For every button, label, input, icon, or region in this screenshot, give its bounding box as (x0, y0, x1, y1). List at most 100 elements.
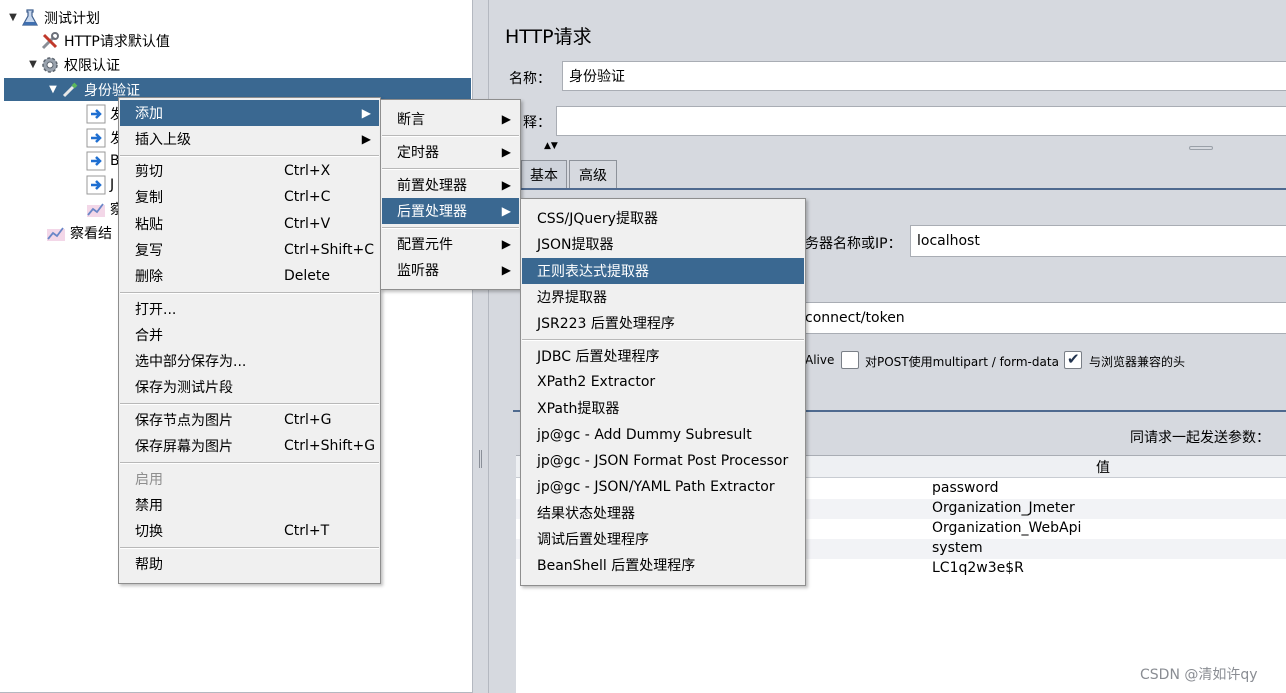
menu-separator (522, 339, 804, 341)
collapse-arrows-icon[interactable]: ▲▼ (544, 141, 558, 151)
menu-item-paste[interactable]: 粘贴 Ctrl+V (120, 211, 379, 237)
menu-item-insert-parent[interactable]: 插入上级 ▶ (120, 126, 379, 152)
submenu-arrow-icon: ▶ (501, 204, 511, 218)
submenu-arrow-icon: ▶ (501, 178, 511, 192)
menu-item-merge[interactable]: 合并 (120, 322, 379, 348)
send-params-label: 同请求一起发送参数： (1130, 430, 1270, 446)
watermark: CSDN @清如许qy (1140, 667, 1258, 683)
menu-item-boundary-extractor[interactable]: 边界提取器 (522, 284, 804, 310)
browser-headers-label: 与浏览器兼容的头 (1089, 355, 1186, 369)
menu-item-save-screen-image[interactable]: 保存屏幕为图片 Ctrl+Shift+G (120, 433, 379, 459)
menu-separator (382, 227, 519, 229)
submenu-arrow-icon: ▶ (501, 145, 511, 159)
menu-item-css-jquery-extractor[interactable]: CSS/JQuery提取器 (522, 205, 804, 231)
menu-item-save-fragment[interactable]: 保存为测试片段 (120, 374, 379, 400)
multipart-checkbox[interactable] (841, 351, 859, 369)
menu-item-disable[interactable]: 禁用 (120, 492, 379, 518)
tree-node-test-plan[interactable]: ▼ 测试计划 (6, 6, 100, 29)
context-menu[interactable]: 添加 ▶ 插入上级 ▶ 剪切 Ctrl+X 复制 Ctrl+C 粘贴 Ctrl+V 复写 C… (118, 97, 381, 584)
menu-item-json-extractor[interactable]: JSON提取器 (522, 231, 804, 257)
menu-item-add[interactable]: 添加 ▶ (120, 100, 379, 126)
submenu-arrow-icon: ▶ (361, 132, 371, 146)
menu-item-delete[interactable]: 删除 Delete (120, 263, 379, 289)
tree-node-http-defaults[interactable]: HTTP请求默认值 (26, 29, 170, 52)
tree-label: 测试计划 (44, 10, 100, 27)
sampler-arrow-icon (86, 104, 106, 124)
menu-item-jsr223-postprocessor[interactable]: JSR223 后置处理程序 (522, 310, 804, 336)
menu-item-jdbc-postprocessor[interactable]: JDBC 后置处理程序 (522, 343, 804, 369)
menu-item-enable: 启用 (135, 472, 163, 488)
tree-label: 察看结 (70, 225, 112, 242)
menu-item-xpath-extractor[interactable]: XPath提取器 (522, 395, 804, 421)
menu-item-xpath2-extractor[interactable]: XPath2 Extractor (522, 369, 804, 395)
menu-item-pre-processors[interactable]: 前置处理器 ▶ (382, 172, 519, 198)
tree-node-child[interactable]: J (86, 173, 114, 196)
menu-item-save-selection[interactable]: 选中部分保存为... (120, 348, 379, 374)
menu-item-beanshell-postprocessor[interactable]: BeanShell 后置处理程序 (522, 552, 804, 578)
menu-item-open[interactable]: 打开... (120, 296, 379, 322)
menu-separator (120, 292, 379, 294)
keepalive-label: Alive (805, 353, 835, 367)
menu-separator (382, 168, 519, 170)
tree-node-view-results[interactable]: 察看结 (46, 221, 112, 244)
multipart-label: 对POST使用multipart / form-data (865, 355, 1059, 369)
add-submenu[interactable]: 断言 ▶ 定时器 ▶ 前置处理器 ▶ 后置处理器 ▶ 配置元件 ▶ 监听器 ▶ (380, 99, 521, 290)
menu-item-regex-extractor[interactable]: 正则表达式提取器 (522, 258, 804, 284)
drag-handle[interactable] (1189, 146, 1213, 150)
menu-item-debug-postprocessor[interactable]: 调试后置处理程序 (522, 526, 804, 552)
tree-label: HTTP请求默认值 (64, 33, 170, 50)
submenu-arrow-icon: ▶ (501, 112, 511, 126)
panel-title: HTTP请求 (505, 26, 592, 48)
name-label: 名称： (509, 71, 551, 87)
menu-item-result-status-handler[interactable]: 结果状态处理器 (522, 500, 804, 526)
tab-advanced[interactable]: 高级 (569, 160, 617, 188)
gear-icon (40, 55, 60, 75)
menu-item-duplicate[interactable]: 复写 Ctrl+Shift+C (120, 237, 379, 263)
comment-input[interactable] (556, 106, 1286, 136)
tree-node-auth-controller[interactable]: ▼ 权限认证 (26, 53, 120, 76)
post-processor-submenu[interactable]: CSS/JQuery提取器 JSON提取器 正则表达式提取器 边界提取器 JSR… (520, 198, 806, 586)
submenu-arrow-icon: ▶ (501, 237, 511, 251)
menu-separator (120, 547, 379, 549)
menu-item-save-node-image[interactable]: 保存节点为图片 Ctrl+G (120, 407, 379, 433)
menu-separator (120, 462, 379, 464)
listener-chart-icon (46, 223, 66, 243)
name-input[interactable]: 身份验证 (562, 61, 1286, 91)
sampler-arrow-icon (86, 175, 106, 195)
menu-item-help[interactable]: 帮助 (120, 551, 379, 577)
menu-item-copy[interactable]: 复制 Ctrl+C (120, 184, 379, 210)
path-input[interactable]: connect/token (799, 302, 1286, 334)
menu-item-add-dummy-subresult[interactable]: jp@gc - Add Dummy Subresult (522, 422, 804, 448)
expand-toggle-icon[interactable]: ▼ (26, 59, 40, 70)
menu-item-cut[interactable]: 剪切 Ctrl+X (120, 158, 379, 184)
tree-label: 权限认证 (64, 57, 120, 74)
flask-icon (20, 8, 40, 28)
pipette-icon (60, 80, 80, 100)
menu-item-json-yaml-path-extractor[interactable]: jp@gc - JSON/YAML Path Extractor (522, 474, 804, 500)
tree-node-child[interactable]: B (86, 149, 120, 172)
menu-item-toggle[interactable]: 切换 Ctrl+T (120, 518, 379, 544)
menu-item-post-processors[interactable]: 后置处理器 ▶ (382, 198, 519, 224)
sampler-arrow-icon (86, 128, 106, 148)
listener-chart-icon (86, 199, 106, 219)
menu-item-timers[interactable]: 定时器 ▶ (382, 139, 519, 165)
comment-label: 释： (523, 115, 551, 131)
menu-separator (120, 403, 379, 405)
menu-item-json-format-postprocessor[interactable]: jp@gc - JSON Format Post Processor (522, 448, 804, 474)
splitter-grip-icon[interactable] (479, 450, 482, 468)
tools-icon (40, 31, 60, 51)
sampler-arrow-icon (86, 151, 106, 171)
submenu-arrow-icon: ▶ (361, 106, 371, 120)
server-label: 务器名称或IP： (805, 236, 902, 252)
expand-toggle-icon[interactable]: ▼ (46, 84, 60, 95)
server-input[interactable]: localhost (910, 225, 1286, 257)
tab-basic[interactable]: 基本 (521, 160, 567, 188)
menu-item-listeners[interactable]: 监听器 ▶ (382, 257, 519, 283)
browser-headers-checkbox[interactable] (1064, 350, 1082, 369)
expand-toggle-icon[interactable]: ▼ (6, 12, 20, 23)
tab-divider (519, 188, 1286, 190)
menu-separator (120, 155, 379, 157)
menu-item-assertions[interactable]: 断言 ▶ (382, 106, 519, 132)
submenu-arrow-icon: ▶ (501, 263, 511, 277)
menu-item-config-elements[interactable]: 配置元件 ▶ (382, 231, 519, 257)
